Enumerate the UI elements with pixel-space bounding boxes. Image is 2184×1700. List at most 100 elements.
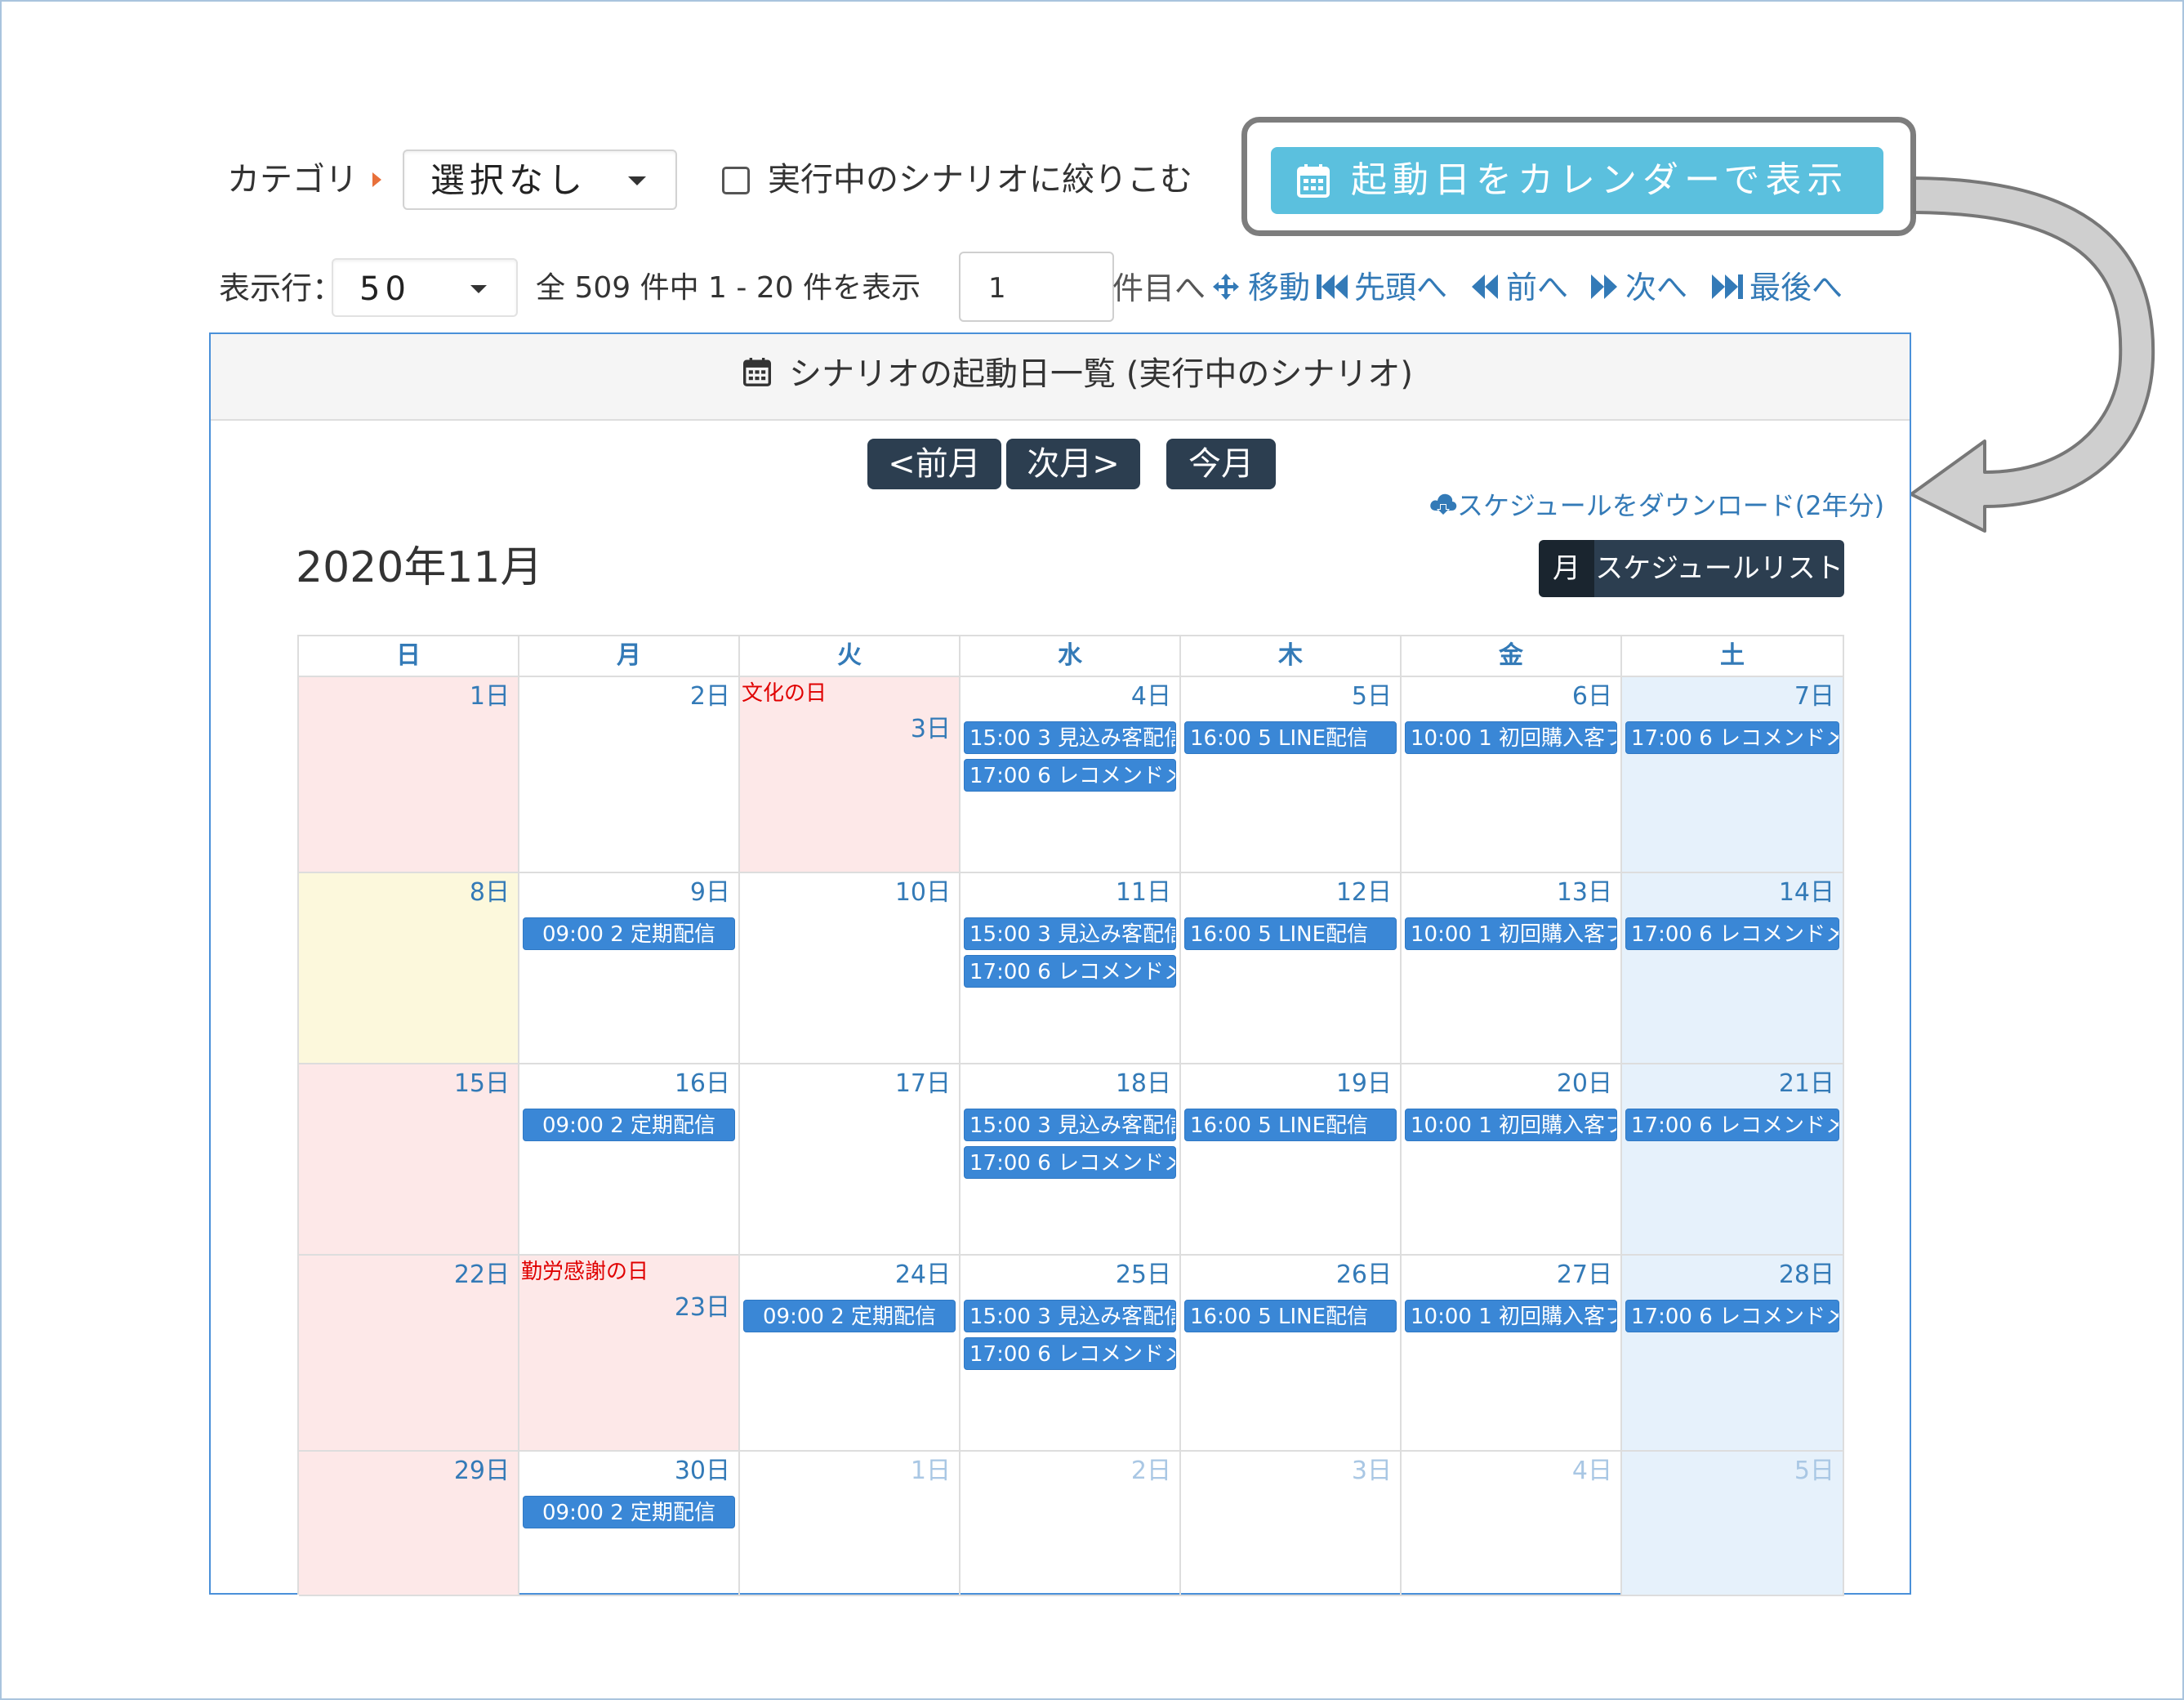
rows-label: 表示行：: [219, 270, 344, 306]
day-number: 15日: [453, 1069, 510, 1098]
calendar-day-cell[interactable]: 5日: [1622, 1452, 1844, 1596]
calendar-day-cell[interactable]: 9日 09:00 2 定期配信: [519, 873, 740, 1064]
calendar-event[interactable]: 10:00 1 初回購入客フォロー: [1405, 1300, 1617, 1332]
calendar-event[interactable]: 17:00 6 レコメンドメール: [1625, 1109, 1839, 1141]
cloud-download-icon: [1430, 493, 1457, 516]
day-number: 18日: [1115, 1069, 1171, 1098]
calendar-event[interactable]: 10:00 1 初回購入客フォロー: [1405, 1109, 1617, 1141]
calendar-day-cell[interactable]: 3日: [1181, 1452, 1402, 1596]
rows-select[interactable]: 50: [332, 258, 518, 317]
calendar-day-cell[interactable]: 2日: [961, 1452, 1181, 1596]
calendar-event[interactable]: 17:00 6 レコメンドメール: [1625, 1300, 1839, 1332]
calendar-event[interactable]: 09:00 2 定期配信: [523, 1496, 735, 1528]
day-number: 5日: [1351, 682, 1392, 711]
calendar-day-cell[interactable]: 8日: [299, 873, 519, 1064]
calendar-day-cell[interactable]: 26日 16:00 5 LINE配信: [1181, 1256, 1402, 1452]
day-number: 2日: [1130, 1457, 1171, 1485]
schedule-list-view-button[interactable]: スケジュールリスト: [1594, 540, 1844, 597]
calendar-event[interactable]: 09:00 2 定期配信: [523, 1109, 735, 1141]
calendar-day-cell[interactable]: 30日 09:00 2 定期配信: [519, 1452, 740, 1596]
calendar-event[interactable]: 10:00 1 初回購入客フォロー: [1405, 917, 1617, 950]
calendar-day-cell[interactable]: 17日: [740, 1064, 961, 1256]
calendar-event[interactable]: 09:00 2 定期配信: [743, 1300, 956, 1332]
day-number: 25日: [1115, 1260, 1171, 1289]
calendar-day-cell[interactable]: 12日 16:00 5 LINE配信: [1181, 873, 1402, 1064]
calendar-day-cell[interactable]: 4日 15:00 3 見込み客配信 17:00 6 レコメンドメール: [961, 677, 1181, 873]
filter-running-label: 実行中のシナリオに絞りこむ: [768, 161, 1192, 199]
calendar-day-cell[interactable]: 24日 09:00 2 定期配信: [740, 1256, 961, 1452]
calendar-day-cell[interactable]: 29日: [299, 1452, 519, 1596]
next-month-button[interactable]: 次月>: [1006, 439, 1140, 489]
calendar-event[interactable]: 16:00 5 LINE配信: [1184, 1300, 1397, 1332]
schedule-panel: シナリオの起動日一覧 (実行中のシナリオ) <前月 次月> 今月 スケジュールを…: [209, 332, 1911, 1596]
calendar-day-cell[interactable]: 16日 09:00 2 定期配信: [519, 1064, 740, 1256]
filter-running-checkbox[interactable]: [722, 167, 750, 194]
calendar-event[interactable]: 16:00 5 LINE配信: [1184, 917, 1397, 950]
category-select[interactable]: 選択なし: [403, 149, 677, 210]
this-month-button[interactable]: 今月: [1166, 439, 1276, 489]
calendar-event[interactable]: 15:00 3 見込み客配信: [964, 721, 1176, 754]
calendar-day-cell[interactable]: 20日 10:00 1 初回購入客フォロー: [1402, 1064, 1622, 1256]
calendar-event[interactable]: 16:00 5 LINE配信: [1184, 1109, 1397, 1141]
calendar-day-cell[interactable]: 4日: [1402, 1452, 1622, 1596]
calendar-event[interactable]: 15:00 3 見込み客配信: [964, 917, 1176, 950]
show-calendar-button[interactable]: 起動日をカレンダーで表示: [1271, 147, 1883, 214]
day-number: 14日: [1778, 878, 1834, 907]
calendar-event[interactable]: 16:00 5 LINE配信: [1184, 721, 1397, 754]
calendar-day-cell[interactable]: 1日: [740, 1452, 961, 1596]
next-page-label: 次へ: [1625, 270, 1688, 306]
calendar-day-cell[interactable]: 19日 16:00 5 LINE配信: [1181, 1064, 1402, 1256]
day-number: 29日: [453, 1457, 510, 1485]
category-select-value: 選択なし: [430, 160, 588, 200]
calendar-event[interactable]: 17:00 6 レコメンドメール: [964, 1337, 1176, 1370]
prev-month-button[interactable]: <前月: [867, 439, 1001, 489]
page-suffix-label: 件目へ: [1112, 270, 1206, 306]
day-number: 24日: [894, 1260, 951, 1289]
page-number-input[interactable]: 1: [959, 252, 1114, 322]
calendar-day-cell[interactable]: 11日 15:00 3 見込み客配信 17:00 6 レコメンドメール: [961, 873, 1181, 1064]
day-number: 30日: [674, 1457, 730, 1485]
calendar-day-cell[interactable]: 18日 15:00 3 見込み客配信 17:00 6 レコメンドメール: [961, 1064, 1181, 1256]
calendar-day-cell[interactable]: 22日: [299, 1256, 519, 1452]
download-schedule-label: スケジュールをダウンロード(2年分): [1457, 490, 1885, 521]
day-number: 13日: [1556, 878, 1612, 907]
backward-icon: [1472, 274, 1498, 299]
calendar-event[interactable]: 17:00 6 レコメンドメール: [964, 955, 1176, 988]
calendar-event[interactable]: 10:00 1 初回購入客フォロー: [1405, 721, 1617, 754]
calendar-event[interactable]: 09:00 2 定期配信: [523, 917, 735, 950]
calendar-event[interactable]: 15:00 3 見込み客配信: [964, 1300, 1176, 1332]
show-calendar-button-label: 起動日をカレンダーで表示: [1351, 159, 1849, 201]
calendar-day-cell[interactable]: 5日 16:00 5 LINE配信: [1181, 677, 1402, 873]
day-number: 28日: [1778, 1260, 1834, 1289]
calendar-day-cell[interactable]: 21日 17:00 6 レコメンドメール: [1622, 1064, 1844, 1256]
first-page-label: 先頭へ: [1354, 270, 1448, 306]
calendar-day-cell[interactable]: 文化の日 3日: [740, 677, 961, 873]
curved-arrow-icon: [1910, 176, 2155, 533]
prev-page-label: 前へ: [1506, 270, 1569, 306]
calendar-day-cell[interactable]: 15日: [299, 1064, 519, 1256]
calendar-day-cell[interactable]: 勤労感謝の日 23日: [519, 1256, 740, 1452]
calendar-day-cell[interactable]: 7日 17:00 6 レコメンドメール: [1622, 677, 1844, 873]
calendar-day-cell[interactable]: 28日 17:00 6 レコメンドメール: [1622, 1256, 1844, 1452]
weekday-header: 土: [1622, 636, 1844, 677]
calendar-day-cell[interactable]: 10日: [740, 873, 961, 1064]
calendar-event[interactable]: 17:00 6 レコメンドメール: [964, 759, 1176, 792]
calendar-day-cell[interactable]: 6日 10:00 1 初回購入客フォロー: [1402, 677, 1622, 873]
calendar-day-cell[interactable]: 27日 10:00 1 初回購入客フォロー: [1402, 1256, 1622, 1452]
calendar-event[interactable]: 17:00 6 レコメンドメール: [1625, 917, 1839, 950]
calendar-day-cell[interactable]: 1日: [299, 677, 519, 873]
calendar-event[interactable]: 15:00 3 見込み客配信: [964, 1109, 1176, 1141]
day-number: 4日: [1130, 682, 1171, 711]
calendar-event[interactable]: 17:00 6 レコメンドメール: [1625, 721, 1839, 754]
calendar-day-cell[interactable]: 2日: [519, 677, 740, 873]
day-number: 22日: [453, 1260, 510, 1289]
day-number: 11日: [1115, 878, 1171, 907]
calendar-day-cell[interactable]: 14日 17:00 6 レコメンドメール: [1622, 873, 1844, 1064]
calendar-day-cell[interactable]: 25日 15:00 3 見込み客配信 17:00 6 レコメンドメール: [961, 1256, 1181, 1452]
day-number: 26日: [1335, 1260, 1392, 1289]
calendar-day-cell[interactable]: 13日 10:00 1 初回購入客フォロー: [1402, 873, 1622, 1064]
calendar-event[interactable]: 17:00 6 レコメンドメール: [964, 1146, 1176, 1179]
day-number: 9日: [689, 878, 730, 907]
day-number: 3日: [910, 715, 951, 743]
month-view-button[interactable]: 月: [1539, 540, 1594, 597]
